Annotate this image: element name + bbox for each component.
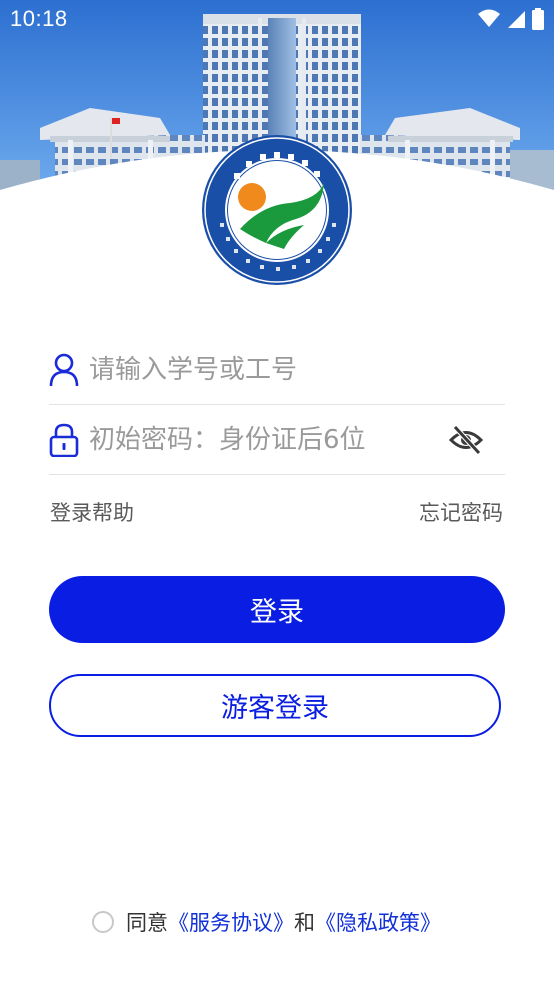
- eye-off-icon[interactable]: [448, 423, 484, 457]
- password-input[interactable]: [89, 418, 459, 462]
- account-field-row: [49, 336, 505, 405]
- forgot-password-link[interactable]: 忘记密码: [419, 497, 503, 527]
- login-button[interactable]: 登录: [49, 576, 505, 643]
- signal-icon: [506, 9, 526, 33]
- status-bar: 10:18: [0, 0, 554, 40]
- privacy-policy-link[interactable]: 《隐私政策》: [315, 907, 441, 937]
- wifi-icon: [478, 9, 500, 33]
- battery-icon: [532, 8, 544, 34]
- agree-and: 和: [294, 911, 315, 935]
- password-field-row: [49, 406, 505, 475]
- service-agreement-link[interactable]: 《服务协议》: [168, 907, 294, 937]
- account-input[interactable]: [89, 348, 459, 392]
- status-icons: [478, 8, 544, 34]
- agree-prefix: 同意: [126, 911, 168, 935]
- lock-icon: [49, 423, 79, 458]
- login-help-link[interactable]: 登录帮助: [50, 497, 134, 527]
- status-time: 10:18: [10, 6, 68, 31]
- user-icon: [49, 353, 79, 387]
- school-logo: [200, 133, 354, 287]
- agree-radio[interactable]: [92, 911, 114, 933]
- agreement-row: 同意 《服务协议》 和 《隐私政策》: [92, 906, 441, 938]
- guest-login-button[interactable]: 游客登录: [49, 674, 501, 737]
